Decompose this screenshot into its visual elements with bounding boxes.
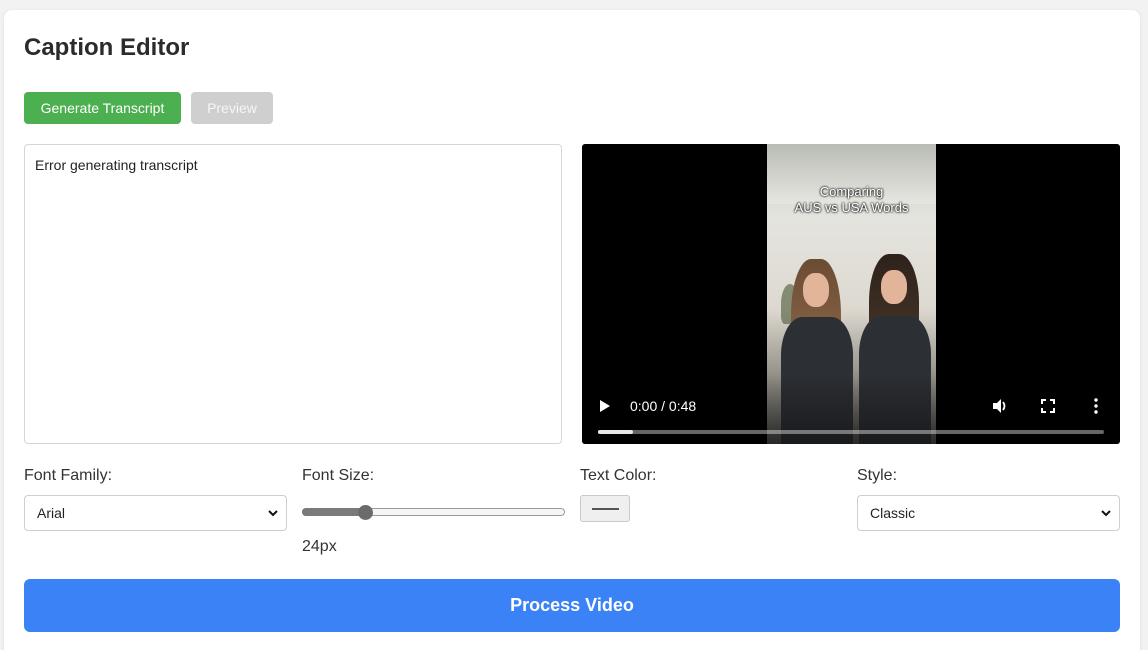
font-size-label: Font Size: [302,467,375,484]
text-color-sample [592,508,619,510]
video-caption-line1: Comparing [819,184,884,199]
process-video-button[interactable]: Process Video [24,579,1120,632]
video-progress-fill [598,430,634,434]
play-icon[interactable] [598,398,612,414]
font-size-value: 24px [302,538,337,555]
font-size-slider[interactable] [302,505,565,520]
video-progress-bar[interactable] [598,430,1104,434]
video-caption-line2: AUS vs USA Words [794,200,909,215]
style-label: Style: [857,467,898,484]
font-family-label: Font Family: [24,467,113,484]
chevron-down-icon [268,510,278,517]
chevron-down-icon [1101,510,1111,517]
transcript-textarea[interactable]: Error generating transcript [24,144,562,444]
text-color-label: Text Color: [580,467,657,484]
style-value: Classic [870,505,916,521]
more-vertical-icon[interactable] [1086,396,1106,416]
text-color-picker[interactable] [580,495,630,522]
style-select[interactable]: Classic [857,495,1120,531]
video-caption: Comparing AUS vs USA Words [767,184,936,216]
font-family-value: Arial [37,505,66,521]
fullscreen-icon[interactable] [1038,396,1058,416]
preview-button[interactable]: Preview [191,92,273,124]
volume-icon[interactable] [990,396,1010,416]
generate-transcript-button[interactable]: Generate Transcript [24,92,181,124]
video-player[interactable]: Comparing AUS vs USA Words 0:00 / 0:48 [582,144,1120,444]
font-family-select[interactable]: Arial [24,495,287,531]
slider-thumb[interactable] [358,505,374,520]
page-title: Caption Editor [24,34,190,61]
slider-fill [302,508,366,516]
video-controls: 0:00 / 0:48 [582,374,1120,444]
video-time: 0:00 / 0:48 [630,398,697,414]
